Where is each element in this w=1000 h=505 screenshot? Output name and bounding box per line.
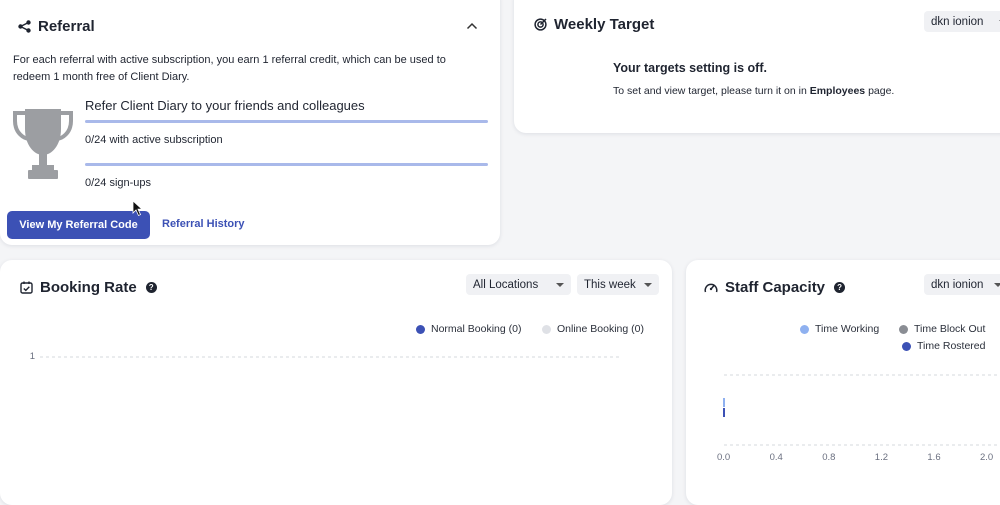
mouse-cursor-icon bbox=[132, 200, 143, 217]
booking-rate-card: Booking Rate ? All Locations This week N… bbox=[0, 260, 672, 505]
instructions-suffix: page. bbox=[865, 85, 895, 97]
x-tick-label: 0.0 bbox=[717, 452, 731, 463]
legend-normal-booking[interactable]: Normal Booking (0) bbox=[416, 323, 521, 335]
referral-title-text: Referral bbox=[38, 18, 95, 35]
view-referral-code-button[interactable]: View My Referral Code bbox=[7, 211, 150, 239]
calendar-check-icon bbox=[20, 281, 33, 294]
weekly-target-staff-select-value: dkn ionion bbox=[931, 15, 984, 28]
employees-link[interactable]: Employees bbox=[810, 85, 865, 97]
booking-rate-title-text: Booking Rate bbox=[40, 279, 137, 296]
signups-label: 0/24 sign-ups bbox=[85, 177, 152, 189]
referral-history-link[interactable]: Referral History bbox=[162, 218, 245, 230]
legend-swatch bbox=[542, 324, 551, 334]
targets-off-instructions: To set and view target, please turn it o… bbox=[613, 85, 894, 97]
legend-swatch bbox=[416, 324, 425, 334]
time-working-bar bbox=[723, 398, 725, 407]
location-select-value: All Locations bbox=[473, 278, 539, 291]
staff-capacity-title-text: Staff Capacity bbox=[725, 279, 826, 296]
help-icon[interactable]: ? bbox=[145, 282, 157, 293]
chevron-up-icon[interactable] bbox=[466, 22, 478, 30]
legend-label: Time Working bbox=[815, 323, 880, 335]
gauge-icon bbox=[704, 281, 718, 294]
chevron-down-icon bbox=[644, 282, 652, 287]
staff-capacity-card: Staff Capacity ? dkn ionion Time Working… bbox=[686, 260, 1000, 505]
booking-rate-chart: 1 bbox=[30, 351, 620, 362]
staff-capacity-chart bbox=[723, 374, 998, 446]
legend-online-booking[interactable]: Online Booking (0) bbox=[542, 323, 644, 335]
legend-swatch bbox=[800, 324, 809, 334]
x-tick-label: 0.8 bbox=[822, 452, 836, 463]
x-tick-label: 1.2 bbox=[874, 452, 889, 463]
share-icon bbox=[18, 20, 31, 33]
booking-rate-title: Booking Rate ? bbox=[20, 279, 157, 296]
help-icon[interactable]: ? bbox=[834, 282, 846, 293]
staff-capacity-title: Staff Capacity ? bbox=[704, 279, 846, 296]
legend-time-rostered[interactable]: Time Rostered bbox=[902, 340, 985, 352]
targets-off-message: Your targets setting is off. bbox=[613, 61, 767, 75]
chevron-down-icon bbox=[556, 282, 564, 287]
referral-heading: Refer Client Diary to your friends and c… bbox=[85, 98, 365, 113]
time-rostered-bar bbox=[723, 408, 725, 417]
weekly-target-card: Weekly Target dkn ionion Your targets se… bbox=[514, 0, 1000, 133]
instructions-prefix: To set and view target, please turn it o… bbox=[613, 85, 810, 97]
weekly-target-title: Weekly Target bbox=[534, 16, 654, 33]
referral-card: Referral For each referral with active s… bbox=[0, 0, 500, 245]
weekly-target-title-text: Weekly Target bbox=[554, 16, 655, 33]
period-select-value: This week bbox=[584, 278, 636, 291]
legend-swatch bbox=[899, 324, 908, 334]
referral-title: Referral bbox=[18, 18, 95, 35]
legend-label: Normal Booking (0) bbox=[431, 323, 522, 335]
legend-label: Time Block Out bbox=[914, 323, 986, 335]
legend-time-working[interactable]: Time Working bbox=[800, 323, 879, 335]
x-tick-label: 0.4 bbox=[769, 452, 783, 463]
staff-capacity-staff-select-value: dkn ionion bbox=[931, 278, 984, 291]
active-subscription-progress bbox=[85, 120, 488, 123]
legend-time-block-out[interactable]: Time Block Out bbox=[899, 323, 985, 335]
trophy-icon bbox=[12, 105, 74, 181]
location-select[interactable]: All Locations bbox=[466, 274, 571, 295]
legend-label: Online Booking (0) bbox=[557, 323, 644, 335]
legend-swatch bbox=[902, 341, 911, 351]
x-tick-label: 1.6 bbox=[927, 452, 941, 463]
signups-progress bbox=[85, 163, 488, 166]
staff-capacity-staff-select[interactable]: dkn ionion bbox=[924, 274, 1000, 295]
referral-description: For each referral with active subscripti… bbox=[13, 54, 446, 83]
legend-label: Time Rostered bbox=[917, 340, 986, 352]
weekly-target-staff-select[interactable]: dkn ionion bbox=[924, 11, 1000, 32]
x-tick-label: 2.0 bbox=[980, 452, 994, 463]
period-select[interactable]: This week bbox=[577, 274, 659, 295]
chevron-down-icon bbox=[994, 282, 1000, 287]
y-tick-label: 1 bbox=[30, 351, 35, 362]
target-icon bbox=[534, 18, 547, 31]
active-subscription-label: 0/24 with active subscription bbox=[85, 134, 223, 146]
